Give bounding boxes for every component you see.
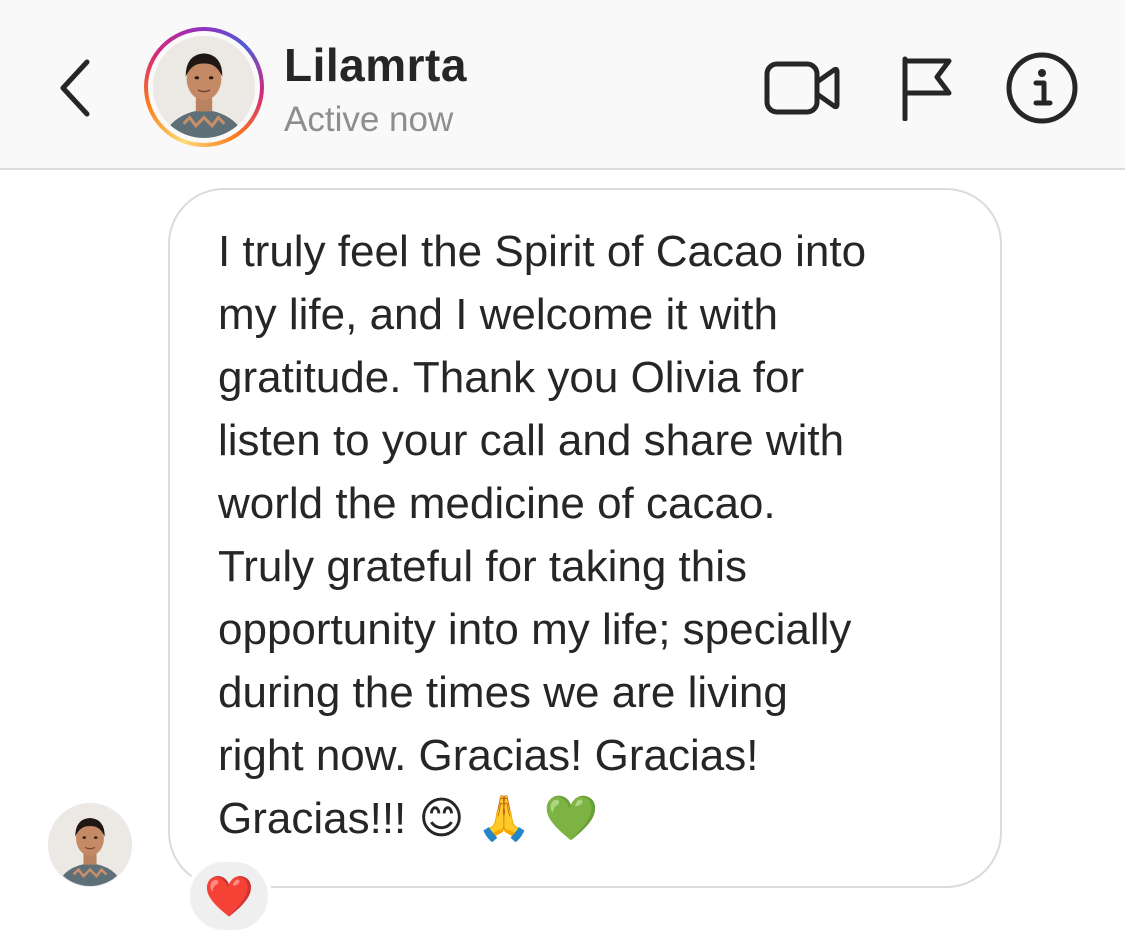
header-avatar[interactable] [144, 27, 264, 147]
heart-reaction[interactable]: ❤️ [186, 858, 272, 934]
portrait-image [153, 36, 255, 138]
heart-icon: ❤️ [204, 874, 254, 919]
video-call-button[interactable] [762, 52, 842, 124]
sender-avatar[interactable] [48, 803, 132, 887]
back-button[interactable] [40, 48, 110, 128]
chevron-left-icon [60, 59, 90, 117]
portrait-image [49, 804, 131, 886]
active-status: Active now [284, 100, 454, 139]
message-text: I truly feel the Spirit of Cacao into my… [218, 227, 867, 843]
info-icon [1006, 52, 1078, 124]
video-camera-icon [764, 61, 840, 115]
username[interactable]: Lilamrta [284, 38, 467, 92]
flag-icon [902, 56, 952, 121]
chat-header: Lilamrta Active now [0, 0, 1125, 170]
info-button[interactable] [1002, 52, 1082, 124]
avatar-photo [153, 36, 255, 138]
report-button[interactable] [890, 52, 960, 124]
